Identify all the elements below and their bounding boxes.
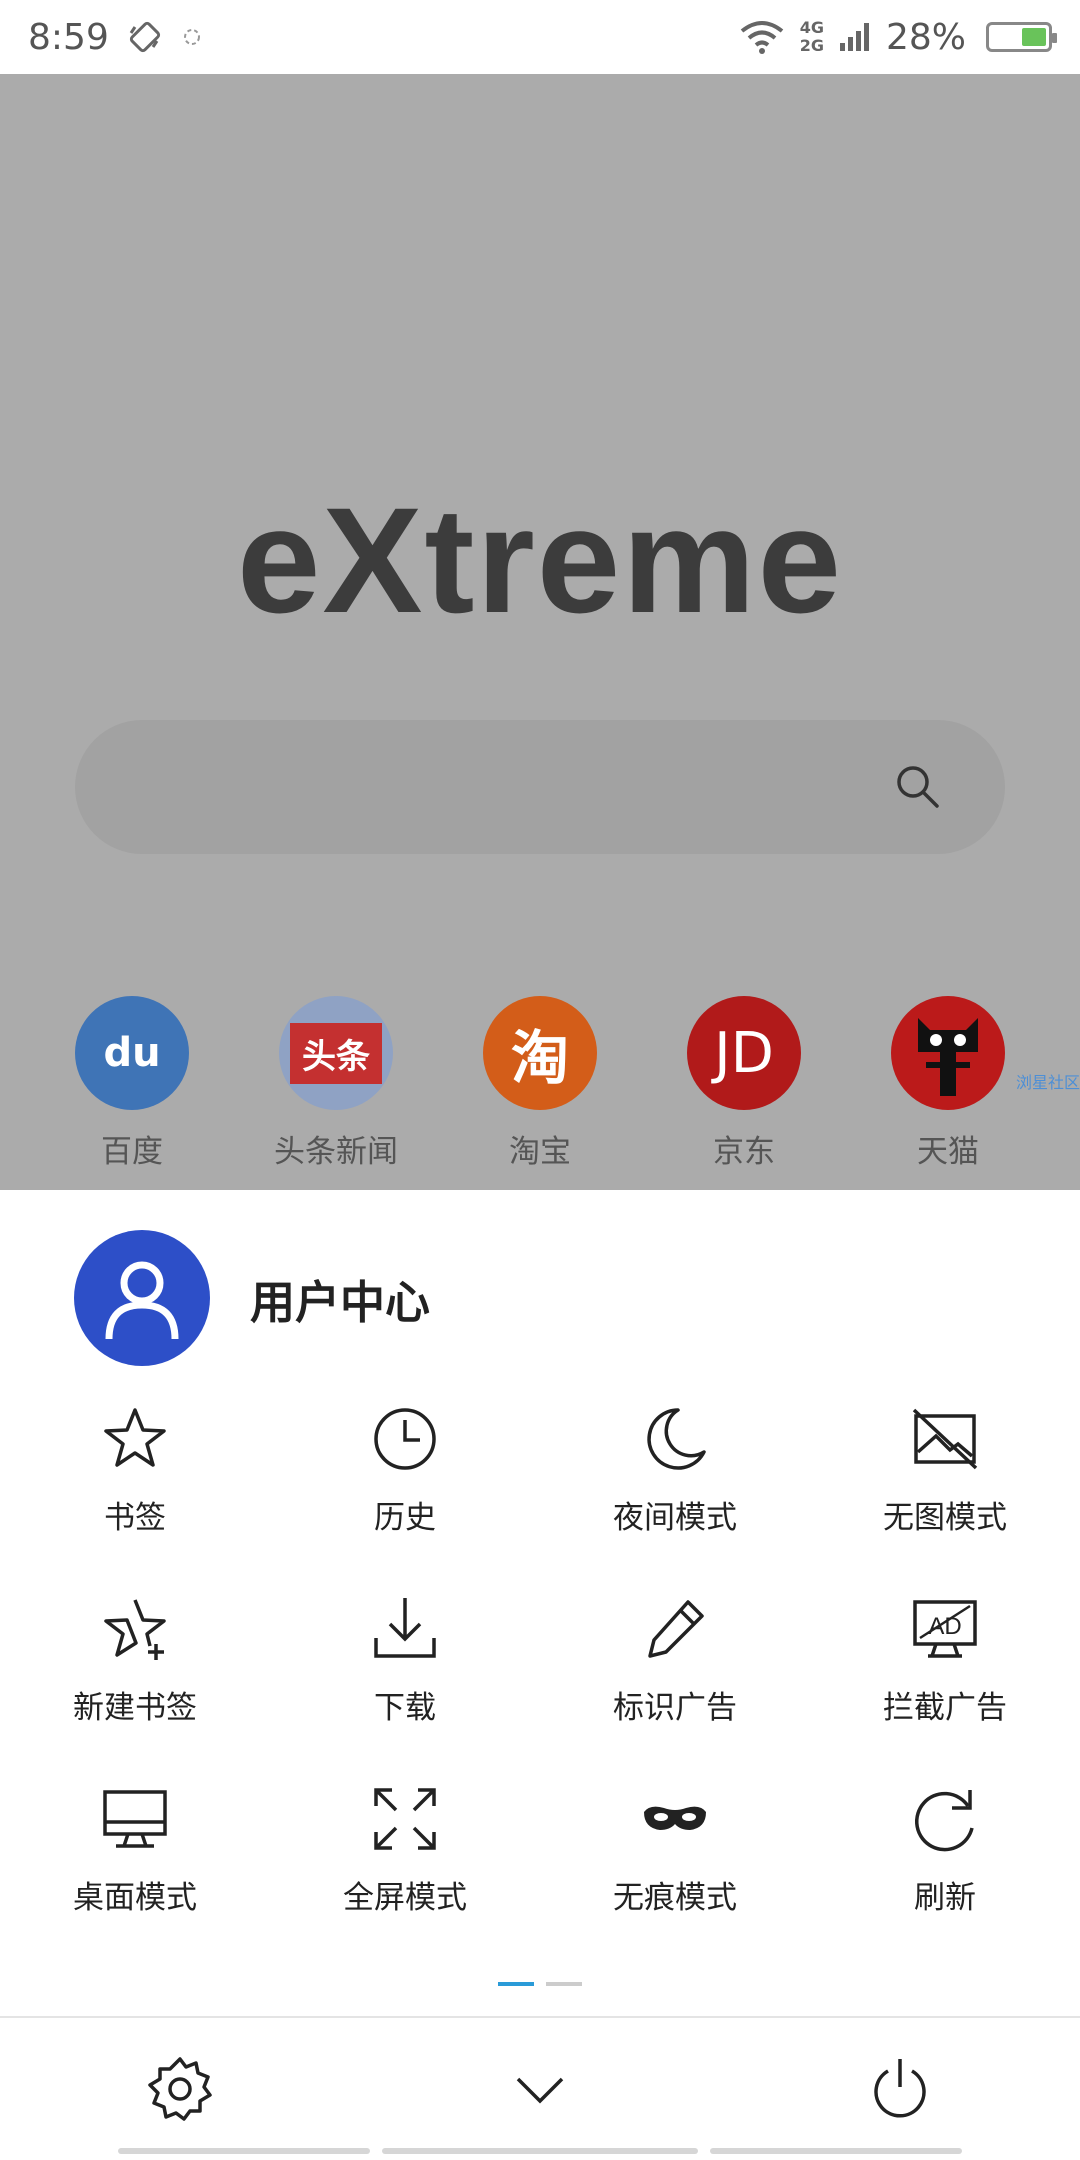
taobao-icon: 淘 bbox=[483, 996, 597, 1110]
sync-icon bbox=[183, 29, 200, 45]
shortcut-jd[interactable]: JD 京东 bbox=[642, 996, 846, 1171]
menu-item-label: 无痕模式 bbox=[613, 1880, 737, 1916]
user-center-title: 用户中心 bbox=[250, 1275, 431, 1329]
search-box[interactable] bbox=[75, 720, 1005, 854]
menu-item-label: 标识广告 bbox=[613, 1690, 737, 1726]
menu-item-block-ads[interactable]: AD 拦截广告 bbox=[810, 1594, 1080, 1784]
star-icon bbox=[104, 1408, 166, 1467]
star-plus-icon bbox=[104, 1599, 166, 1660]
ad-block-icon: AD bbox=[913, 1600, 977, 1658]
menu-item-label: 夜间模式 bbox=[613, 1500, 737, 1536]
page-logo: eXtreme bbox=[236, 476, 844, 644]
page-dot bbox=[546, 1982, 582, 1986]
shortcut-baidu[interactable]: du 百度 bbox=[30, 996, 234, 1171]
status-time: 8:59 bbox=[28, 16, 109, 58]
menu-item-label: 新建书签 bbox=[73, 1690, 197, 1726]
menu-item-history[interactable]: 历史 bbox=[270, 1404, 540, 1594]
shortcut-taobao[interactable]: 淘 淘宝 bbox=[438, 996, 642, 1171]
search-icon[interactable] bbox=[891, 760, 945, 814]
gesture-bar bbox=[0, 2148, 1080, 2154]
watermark: 浏星社区 bbox=[1015, 1073, 1080, 1092]
user-center[interactable]: 用户中心 bbox=[74, 1230, 430, 1366]
menu-item-incognito[interactable]: 无痕模式 bbox=[540, 1784, 810, 1974]
shortcut-label: 百度 bbox=[101, 1134, 163, 1170]
avatar[interactable] bbox=[74, 1230, 210, 1366]
chevron-down-icon bbox=[516, 2077, 564, 2104]
status-bar: 8:59 4G 2G 28% bbox=[0, 0, 1080, 74]
moon-icon bbox=[647, 1408, 706, 1470]
wifi-icon bbox=[740, 21, 783, 54]
shortcut-label: 天猫 bbox=[917, 1134, 979, 1170]
power-icon bbox=[874, 2059, 926, 2118]
settings-icon bbox=[148, 2057, 212, 2121]
page-dot-active bbox=[498, 1982, 534, 1986]
menu-item-label: 下载 bbox=[374, 1690, 436, 1726]
jd-icon: JD bbox=[687, 996, 801, 1110]
pen-icon bbox=[648, 1600, 704, 1658]
settings-button[interactable] bbox=[0, 2055, 360, 2123]
menu-item-bookmarks[interactable]: 书签 bbox=[0, 1404, 270, 1594]
download-icon bbox=[374, 1598, 436, 1658]
collapse-button[interactable] bbox=[360, 2055, 720, 2123]
battery-icon bbox=[986, 22, 1057, 52]
menu-item-label: 历史 bbox=[374, 1500, 436, 1536]
bottom-bar bbox=[0, 2016, 1080, 2160]
menu-item-night-mode[interactable]: 夜间模式 bbox=[540, 1404, 810, 1594]
menu-item-download[interactable]: 下载 bbox=[270, 1594, 540, 1784]
menu-item-label: 书签 bbox=[104, 1500, 166, 1536]
clock-icon bbox=[374, 1408, 436, 1470]
menu-grid: 书签 历史 夜间模式 无图模式 新建书签 下载 标识广告 AD 拦截广告 桌面模… bbox=[0, 1404, 1080, 1974]
menu-item-label: 拦截广告 bbox=[883, 1690, 1007, 1726]
mask-icon bbox=[644, 1806, 706, 1830]
rotate-icon bbox=[129, 21, 160, 53]
tmall-cat-icon bbox=[891, 996, 1005, 1110]
shortcut-row: du 百度 头条 头条新闻 淘 淘宝 JD 京东 天猫 bbox=[0, 996, 1080, 1171]
menu-item-new-bookmark[interactable]: 新建书签 bbox=[0, 1594, 270, 1784]
menu-item-label: 桌面模式 bbox=[73, 1880, 197, 1916]
svg-text:AD: AD bbox=[928, 1613, 961, 1640]
menu-sheet: 用户中心 书签 历史 夜间模式 无图模式 新建书签 下载 标识广告 AD 拦截广… bbox=[0, 1190, 1080, 2160]
network-type: 4G 2G bbox=[799, 18, 824, 55]
user-icon bbox=[105, 1261, 179, 1340]
shortcut-label: 头条新闻 bbox=[274, 1134, 398, 1170]
no-image-icon bbox=[912, 1408, 978, 1470]
shortcut-label: 淘宝 bbox=[509, 1134, 571, 1170]
menu-item-label: 无图模式 bbox=[883, 1500, 1007, 1536]
fullscreen-icon bbox=[374, 1788, 436, 1850]
home-page: eXtreme du 百度 头条 头条新闻 淘 淘宝 JD 京东 天猫 浏星社区 bbox=[0, 74, 1080, 1190]
menu-item-no-image[interactable]: 无图模式 bbox=[810, 1404, 1080, 1594]
shortcut-label: 京东 bbox=[713, 1134, 775, 1170]
menu-item-label: 全屏模式 bbox=[343, 1880, 467, 1916]
menu-item-fullscreen[interactable]: 全屏模式 bbox=[270, 1784, 540, 1974]
battery-percent: 28% bbox=[885, 16, 966, 58]
toutiao-icon: 头条 bbox=[279, 996, 393, 1110]
desktop-icon bbox=[103, 1790, 167, 1848]
exit-button[interactable] bbox=[720, 2055, 1080, 2123]
menu-item-refresh[interactable]: 刷新 bbox=[810, 1784, 1080, 1974]
baidu-icon: du bbox=[75, 996, 189, 1110]
page-indicator bbox=[0, 1982, 1080, 1986]
signal-icon bbox=[839, 23, 869, 51]
menu-item-desktop-mode[interactable]: 桌面模式 bbox=[0, 1784, 270, 1974]
refresh-icon bbox=[915, 1790, 974, 1852]
menu-item-label: 刷新 bbox=[914, 1880, 976, 1916]
menu-item-mark-ads[interactable]: 标识广告 bbox=[540, 1594, 810, 1784]
shortcut-toutiao[interactable]: 头条 头条新闻 bbox=[234, 996, 438, 1171]
